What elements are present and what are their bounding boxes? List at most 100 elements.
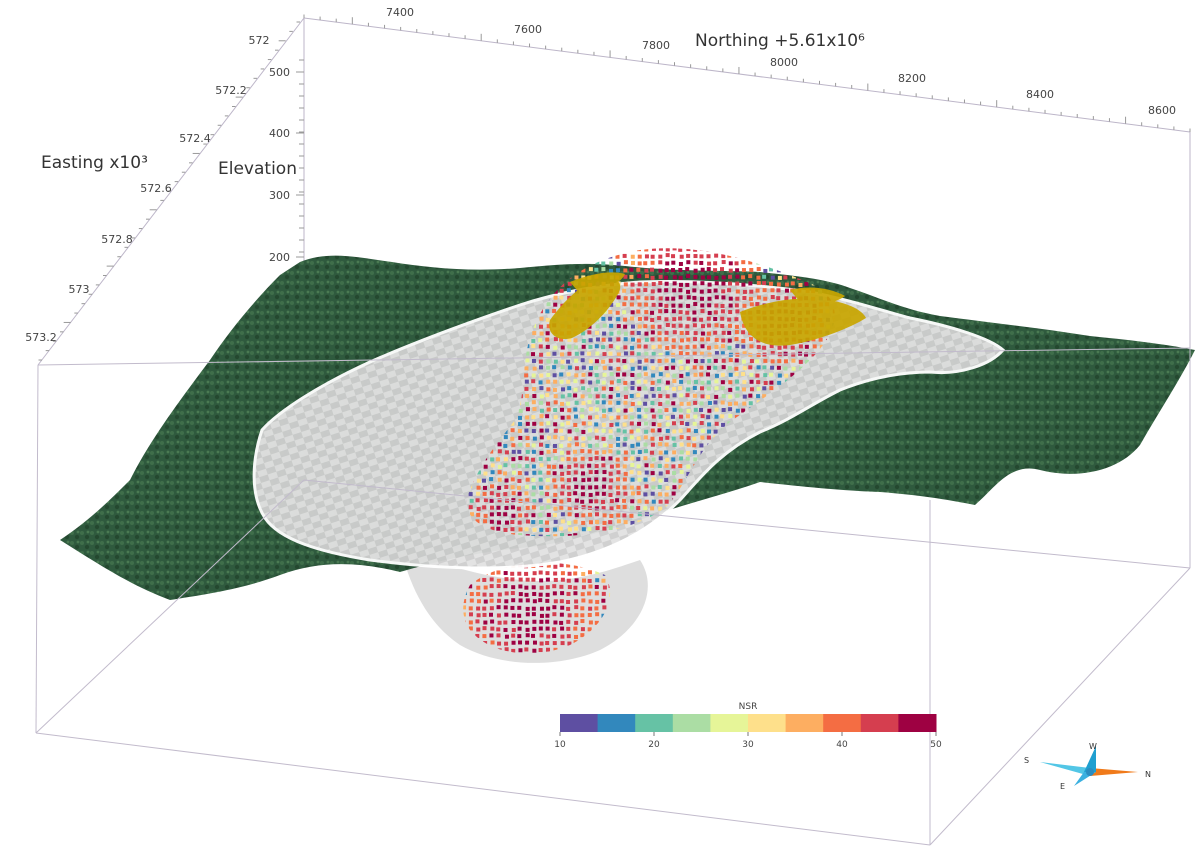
nsr-block	[525, 477, 530, 482]
nsr-block	[553, 428, 558, 433]
nsr-block	[545, 598, 550, 603]
compass-label-e: E	[1060, 782, 1065, 791]
nsr-block	[573, 519, 578, 524]
nsr-block	[601, 337, 606, 342]
nsr-block	[748, 393, 753, 398]
nsr-block	[650, 267, 655, 272]
nsr-block	[749, 268, 754, 273]
nsr-block	[518, 584, 523, 589]
nsr-block	[707, 540, 711, 544]
colorbar-bin	[860, 714, 899, 732]
nsr-block	[721, 289, 726, 294]
nsr-block	[755, 373, 760, 378]
nsr-block	[581, 520, 586, 525]
nsr-block	[755, 526, 760, 531]
nsr-block	[511, 457, 516, 462]
nsr-block	[615, 345, 620, 350]
nsr-block	[672, 533, 677, 537]
nsr-block	[496, 457, 501, 462]
nsr-block	[587, 612, 592, 617]
nsr-block	[748, 365, 753, 370]
nsr-block	[769, 533, 774, 537]
nsr-block	[531, 443, 536, 448]
nsr-block	[475, 655, 479, 659]
nsr-block	[587, 248, 592, 252]
nsr-block	[559, 372, 564, 377]
nsr-block	[798, 512, 803, 517]
nsr-block	[629, 485, 634, 490]
nsr-block	[735, 534, 740, 537]
nsr-block	[741, 330, 746, 335]
nsr-block	[594, 387, 599, 392]
nsr-block	[616, 295, 621, 300]
nsr-block	[595, 578, 600, 583]
nsr-block	[616, 400, 621, 405]
nsr-block	[637, 414, 642, 419]
nsr-block	[531, 633, 536, 638]
3d-scene[interactable]: 7400760078008000820084008600 572572.2572…	[0, 0, 1200, 848]
nsr-block	[685, 267, 690, 272]
nsr-block	[511, 254, 516, 259]
nsr-block	[524, 428, 529, 433]
nsr-block	[531, 379, 536, 384]
nsr-block	[531, 606, 536, 611]
nsr-block	[706, 435, 711, 440]
nsr-block	[756, 386, 761, 391]
nsr-block	[630, 443, 635, 448]
nsr-block	[455, 663, 459, 667]
nsr-block	[574, 275, 579, 280]
nsr-block	[622, 253, 627, 258]
colorbar-bin	[597, 714, 636, 732]
nsr-block	[531, 577, 536, 582]
nsr-block	[706, 527, 711, 532]
nsr-block	[791, 260, 796, 265]
nsr-block	[630, 337, 635, 342]
nsr-block	[685, 359, 690, 364]
nsr-block	[665, 345, 670, 350]
nsr-block	[552, 309, 557, 314]
nsr-block	[588, 584, 593, 589]
nsr-block	[699, 534, 704, 537]
nsr-block	[734, 330, 739, 335]
nsr-block	[678, 359, 683, 364]
nsr-block	[749, 289, 754, 294]
nsr-block	[594, 254, 599, 259]
nsr-block	[615, 457, 620, 462]
nsr-block	[560, 387, 565, 392]
nsr-block	[525, 449, 530, 454]
nsr-block	[693, 260, 698, 265]
nsr-block	[630, 477, 635, 482]
nsr-block	[517, 491, 522, 496]
nsr-block	[685, 414, 690, 419]
nsr-block	[615, 498, 620, 503]
nsr-block	[643, 386, 648, 391]
nsr-block	[651, 477, 656, 482]
nsr-block	[574, 620, 579, 625]
nsr-block	[588, 428, 593, 433]
nsr-block	[825, 512, 830, 517]
nsr-block	[643, 456, 648, 461]
nsr-block	[770, 542, 774, 546]
nsr-block	[734, 248, 739, 252]
nsr-block	[770, 527, 775, 532]
nsr-block	[517, 571, 522, 576]
nsr-block	[833, 248, 835, 252]
nsr-block	[749, 248, 754, 252]
nsr-block	[511, 443, 516, 448]
nsr-block	[658, 281, 663, 286]
nsr-block	[496, 633, 501, 638]
nsr-block	[553, 435, 558, 440]
nsr-block	[741, 275, 746, 280]
nsr-block	[657, 408, 662, 413]
nsr-block	[482, 478, 487, 483]
nsr-block	[658, 492, 663, 497]
nsr-block	[560, 407, 565, 412]
nsr-block	[553, 577, 558, 582]
nsr-block	[832, 534, 835, 537]
nsr-block	[531, 415, 536, 420]
nsr-block	[602, 648, 607, 653]
nsr-block	[525, 261, 530, 266]
nsr-block	[588, 656, 592, 660]
nsr-block	[552, 253, 557, 258]
nsr-block	[756, 365, 761, 370]
